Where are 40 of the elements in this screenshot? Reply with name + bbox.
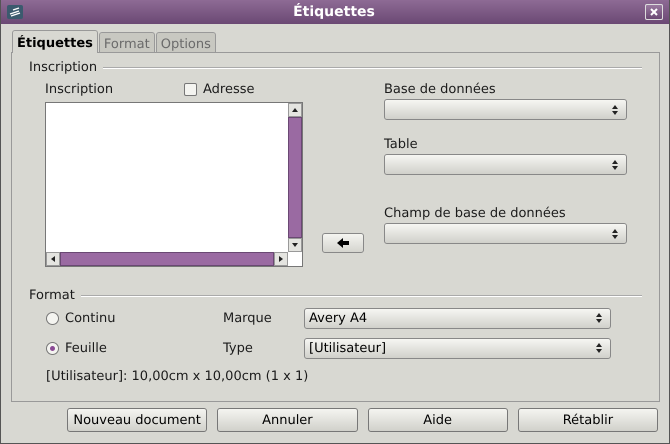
close-button[interactable]	[645, 4, 663, 20]
up-arrow-icon[interactable]	[292, 108, 298, 112]
field-label: Table	[384, 137, 418, 152]
app-logo-icon	[7, 5, 23, 19]
radio-button[interactable]: Continu	[46, 310, 223, 326]
down-arrow-icon[interactable]	[292, 243, 298, 247]
dialog-button[interactable]: Aide	[368, 408, 508, 432]
dialog-button[interactable]: Annuler	[217, 408, 358, 432]
field-label: Base de données	[384, 82, 496, 97]
dropdown[interactable]: [Utilisateur]	[304, 338, 611, 358]
left-arrow-icon[interactable]	[51, 256, 55, 262]
field-label: Champ de base de données	[384, 206, 566, 221]
horizontal-scrollbar[interactable]	[46, 252, 288, 266]
field-label: Type	[223, 340, 254, 356]
spinner-arrows-icon	[612, 104, 618, 114]
section-heading: Inscription	[29, 60, 98, 75]
spinner-arrows-icon	[612, 228, 618, 238]
field-label: Inscription	[45, 82, 114, 96]
spinner-arrows-icon	[612, 160, 618, 170]
spinner-arrows-icon	[596, 313, 602, 323]
radio-button[interactable]: Feuille	[46, 340, 223, 356]
right-arrow-icon[interactable]	[279, 256, 283, 262]
left-arrow-icon	[337, 238, 349, 248]
dialog-button[interactable]: Rétablir	[518, 408, 658, 432]
window-title: Étiquettes	[292, 4, 376, 20]
field-label: Marque	[223, 310, 273, 326]
dropdown[interactable]	[384, 223, 627, 244]
dropdown[interactable]	[384, 99, 627, 120]
section-heading: Format	[29, 288, 75, 303]
text-area[interactable]	[45, 102, 303, 267]
close-icon	[650, 8, 658, 16]
tab[interactable]: Étiquettes	[12, 30, 98, 53]
address-checkbox[interactable]: Adresse	[184, 82, 255, 96]
vertical-scrollbar[interactable]	[288, 103, 302, 252]
dialog-button[interactable]: Nouveau document	[67, 408, 208, 432]
dropdown[interactable]	[384, 154, 627, 175]
spinner-arrows-icon	[596, 343, 602, 353]
dropdown[interactable]: Avery A4	[304, 308, 611, 328]
insert-field-button[interactable]	[322, 233, 364, 253]
label-size-text: [Utilisateur]: 10,00cm x 10,00cm (1 x 1)	[46, 369, 310, 384]
